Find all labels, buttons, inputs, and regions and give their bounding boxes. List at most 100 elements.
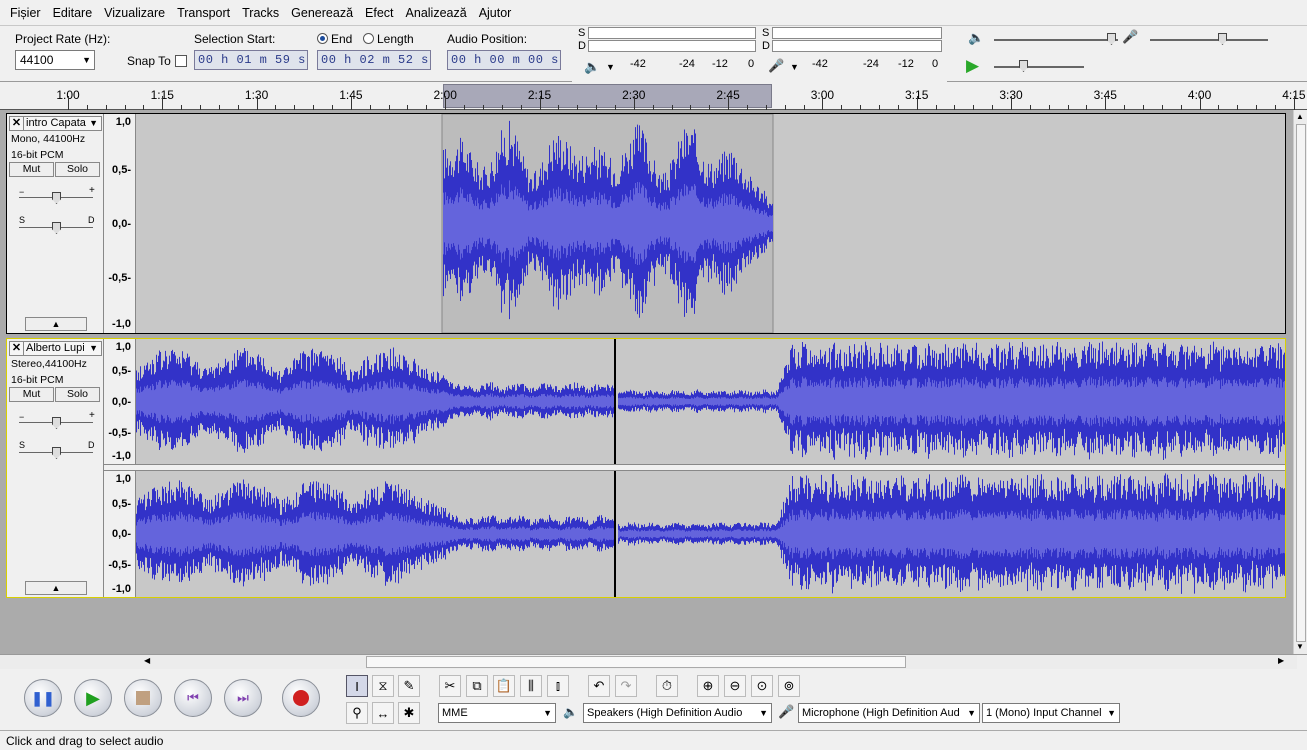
audio-host-select[interactable]: MME ▼	[438, 703, 556, 723]
scroll-right-icon[interactable]: ▶	[1278, 656, 1284, 665]
chevron-up-icon: ▲	[51, 583, 61, 593]
collapse-track-button[interactable]: ▲	[25, 581, 87, 595]
menu-view[interactable]: Vizualizare	[98, 0, 171, 26]
menu-effect[interactable]: Efect	[359, 0, 400, 26]
gain-plus-icon: +	[89, 410, 95, 421]
menu-edit[interactable]: Editare	[47, 0, 99, 26]
end-radio-group[interactable]: End	[317, 32, 352, 46]
waveform-left-channel[interactable]	[136, 339, 1285, 464]
end-radio[interactable]	[317, 33, 328, 44]
silence-button[interactable]: ⫾	[547, 675, 569, 697]
envelope-tool[interactable]: ⧖	[372, 675, 394, 697]
scroll-down-icon[interactable]: ▼	[1296, 642, 1304, 651]
menu-analyze[interactable]: Analizează	[400, 0, 473, 26]
track-alberto[interactable]: ✕ Alberto Lupi ▼ Stereo,44100Hz 16-bit P…	[6, 338, 1286, 598]
track-name-menu[interactable]: ✕ Alberto Lupi ▼	[9, 341, 102, 356]
ruler-tick	[1161, 105, 1163, 110]
output-volume-thumb[interactable]	[1107, 33, 1116, 45]
undo-button[interactable]: ↶	[588, 675, 610, 697]
track-name-menu[interactable]: ✕ intro Capata ▼	[9, 116, 102, 131]
redo-button[interactable]: ↷	[615, 675, 637, 697]
close-icon[interactable]: ✕	[10, 117, 24, 130]
scroll-left-icon[interactable]: ◀	[144, 656, 150, 665]
input-volume-slider[interactable]	[1150, 39, 1268, 41]
skip-to-end-button[interactable]: ⏭	[224, 679, 262, 717]
time-shift-tool[interactable]: ↔	[372, 702, 394, 724]
mute-button[interactable]: Mut	[9, 387, 54, 402]
solo-button[interactable]: Solo	[55, 162, 100, 177]
track-intro[interactable]: ✕ intro Capata ▼ Mono, 44100Hz 16-bit PC…	[6, 113, 1286, 334]
gain-thumb[interactable]	[52, 417, 61, 429]
input-volume-thumb[interactable]	[1218, 33, 1227, 45]
menu-file[interactable]: Fișier	[4, 0, 47, 26]
chevron-down-icon[interactable]: ▼	[790, 62, 799, 72]
paste-button[interactable]: 📋	[493, 675, 515, 697]
record-button[interactable]	[282, 679, 320, 717]
snap-to-checkbox[interactable]	[175, 55, 187, 67]
ruler-tick	[1180, 105, 1182, 110]
selection-end-time[interactable]: 00 h 02 m 52 s	[317, 50, 431, 70]
copy-button[interactable]: ⧉	[466, 675, 488, 697]
scroll-up-icon[interactable]: ▲	[1296, 112, 1304, 121]
skip-to-start-button[interactable]: ⏮	[174, 679, 212, 717]
project-rate-select[interactable]: 44100 ▼	[15, 50, 95, 70]
collapse-track-button[interactable]: ▲	[25, 317, 87, 331]
length-radio-group[interactable]: Length	[363, 32, 414, 46]
track-format: Mono, 44100Hz	[11, 133, 86, 145]
chevron-down-icon[interactable]: ▼	[606, 62, 615, 72]
fit-selection-button[interactable]: ⊙	[751, 675, 773, 697]
menu-help[interactable]: Ajutor	[473, 0, 518, 26]
solo-button[interactable]: Solo	[55, 387, 100, 402]
horizontal-scrollbar[interactable]: ◀ ▶	[0, 655, 1297, 669]
trim-button[interactable]: ⫼	[520, 675, 542, 697]
waveform-right-channel[interactable]	[136, 471, 1285, 597]
pause-button[interactable]: ❚❚	[24, 679, 62, 717]
skip-end-icon: ⏭	[237, 690, 249, 705]
mute-button[interactable]: Mut	[9, 162, 54, 177]
menu-tracks[interactable]: Tracks	[236, 0, 285, 26]
scale-top: 1,0	[115, 341, 131, 353]
ruler-tick	[388, 105, 390, 110]
scale-bottom: -1,0	[112, 583, 131, 595]
input-device-select[interactable]: Microphone (High Definition Aud ▼	[798, 703, 980, 723]
playback-meter-right[interactable]	[588, 40, 756, 52]
play-speed-slider[interactable]	[994, 66, 1084, 68]
zoom-in-button[interactable]: ⊕	[697, 675, 719, 697]
output-device-select[interactable]: Speakers (High Definition Audio ▼	[583, 703, 772, 723]
selection-start-time[interactable]: 00 h 01 m 59 s	[194, 50, 308, 70]
selection-tool[interactable]: I	[346, 675, 368, 697]
ruler-tick	[86, 105, 88, 110]
ruler-tick	[596, 105, 598, 110]
pan-thumb[interactable]	[52, 447, 61, 459]
record-meter-right[interactable]	[772, 40, 942, 52]
sync-lock-button[interactable]: ⏱	[656, 675, 678, 697]
horizontal-scroll-thumb[interactable]	[366, 656, 906, 668]
output-volume-slider[interactable]	[994, 39, 1118, 41]
play-speed-thumb[interactable]	[1019, 60, 1028, 72]
gain-thumb[interactable]	[52, 192, 61, 204]
playback-meter-left[interactable]	[588, 27, 756, 39]
fit-project-button[interactable]: ⊚	[778, 675, 800, 697]
ruler-tick	[143, 105, 145, 110]
menu-generate[interactable]: Generează	[285, 0, 359, 26]
menu-transport[interactable]: Transport	[171, 0, 236, 26]
timeline-ruler[interactable]: 1:00 1:15 1:30 1:45 2:00 2:15 2:30 2:45 3:00 3:15…	[0, 82, 1307, 110]
multi-tool[interactable]: ✱	[398, 702, 420, 724]
vertical-scroll-thumb[interactable]	[1296, 124, 1306, 642]
record-meter-left[interactable]	[772, 27, 942, 39]
draw-tool[interactable]: ✎	[398, 675, 420, 697]
play-button[interactable]: ▶	[74, 679, 112, 717]
length-radio[interactable]	[363, 33, 374, 44]
stop-button[interactable]	[124, 679, 162, 717]
cut-button[interactable]: ✂	[439, 675, 461, 697]
play-at-speed-icon[interactable]: ▶	[966, 56, 979, 76]
pan-thumb[interactable]	[52, 222, 61, 234]
vertical-scrollbar[interactable]: ▲ ▼	[1293, 110, 1307, 654]
input-channels-select[interactable]: 1 (Mono) Input Channel ▼	[982, 703, 1120, 723]
audio-position-time[interactable]: 00 h 00 m 00 s	[447, 50, 561, 70]
channel-separator	[104, 464, 1285, 471]
zoom-out-button[interactable]: ⊖	[724, 675, 746, 697]
waveform-mono[interactable]	[136, 114, 1285, 333]
close-icon[interactable]: ✕	[10, 342, 24, 355]
zoom-tool[interactable]: ⚲	[346, 702, 368, 724]
